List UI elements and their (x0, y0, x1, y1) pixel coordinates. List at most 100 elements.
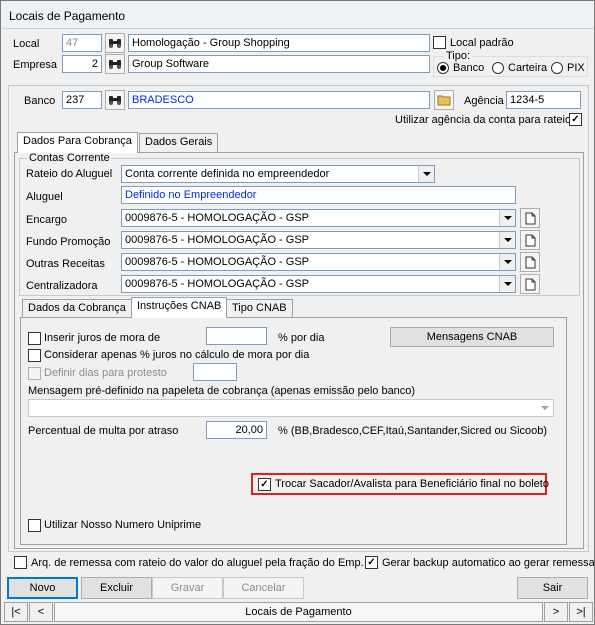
definir-dias-field[interactable] (193, 363, 237, 381)
cancelar-button[interactable]: Cancelar (223, 577, 304, 599)
tipo-pix-label: PIX (567, 62, 585, 74)
fundo-new-button[interactable] (520, 230, 540, 250)
nav-first-button[interactable]: |< (4, 602, 28, 622)
banco-folder-button[interactable] (434, 90, 454, 110)
nosso-numero-checkbox[interactable] (28, 519, 41, 532)
backup-checkbox[interactable]: ✓ (365, 556, 378, 569)
central-select[interactable]: 0009876-5 - HOMOLOGAÇÃO - GSP (121, 275, 516, 293)
document-icon (525, 212, 535, 224)
encargo-label: Encargo (26, 214, 67, 226)
title-bar: Locais de Pagamento (2, 2, 594, 29)
tab-tipo-cnab[interactable]: Tipo CNAB (226, 299, 293, 318)
local-code-field[interactable]: 47 (62, 34, 102, 52)
encargo-new-button[interactable] (520, 208, 540, 228)
trocar-sacador-label: Trocar Sacador/Avalista para Beneficiári… (275, 478, 549, 490)
tab-instrucoes-cnab[interactable]: Instruções CNAB (131, 297, 228, 318)
central-value: 0009876-5 - HOMOLOGAÇÃO - GSP (125, 278, 310, 290)
tipo-banco-label: Banco (453, 62, 485, 74)
multa-label: Percentual de multa por atraso (28, 425, 179, 437)
window-title: Locais de Pagamento (9, 9, 126, 23)
central-label: Centralizadora (26, 280, 98, 292)
outras-select[interactable]: 0009876-5 - HOMOLOGAÇÃO - GSP (121, 253, 516, 271)
multa-suffix: % (BB,Bradesco,CEF,Itaú,Santander,Sicred… (278, 425, 548, 437)
chevron-down-icon (499, 276, 515, 292)
chevron-down-icon (499, 210, 515, 226)
binoculars-icon (109, 96, 121, 105)
fundo-value: 0009876-5 - HOMOLOGAÇÃO - GSP (125, 234, 310, 246)
considerar-label: Considerar apenas % juros no cálculo de … (44, 349, 310, 361)
juros-label: Inserir juros de mora de (44, 332, 161, 344)
encargo-select[interactable]: 0009876-5 - HOMOLOGAÇÃO - GSP (121, 209, 516, 227)
fundo-label: Fundo Promoção (26, 236, 111, 248)
mensagens-cnab-button[interactable]: Mensagens CNAB (390, 327, 554, 347)
banco-name-field[interactable]: BRADESCO (128, 91, 430, 109)
backup-label: Gerar backup automatico ao gerar remessa (382, 557, 595, 569)
contas-corrente-label: Contas Corrente (27, 152, 112, 164)
por-dia-label: % por dia (278, 332, 325, 344)
tipo-carteira-radio[interactable] (492, 62, 504, 74)
binoculars-icon (109, 39, 121, 48)
empresa-search-button[interactable] (105, 54, 125, 74)
nav-prev-button[interactable]: < (29, 602, 53, 622)
usar-agencia-checkbox[interactable]: ✓ (569, 113, 582, 126)
empresa-label: Empresa (13, 59, 58, 71)
document-icon (525, 256, 535, 268)
juros-field[interactable] (206, 327, 267, 345)
rateio-value: Conta corrente definida no empreendedor (125, 168, 330, 180)
folder-icon (437, 95, 451, 106)
tipo-carteira-label: Carteira (508, 62, 548, 74)
locais-pagamento-window: Locais de Pagamento Local 47 Homologação… (0, 0, 595, 625)
mensagem-label: Mensagem pré-definido na papeleta de cob… (28, 385, 416, 397)
aluguel-label: Aluguel (26, 191, 63, 203)
local-label: Local (13, 38, 40, 50)
arq-remessa-label: Arq. de remessa com rateio do valor do a… (31, 557, 364, 569)
tipo-pix-radio[interactable] (551, 62, 563, 74)
novo-button[interactable]: Novo (7, 577, 78, 599)
chevron-down-icon (499, 232, 515, 248)
considerar-checkbox[interactable] (28, 349, 41, 362)
banco-search-button[interactable] (105, 90, 125, 110)
nosso-numero-label: Utilizar Nosso Numero Uniprime (44, 519, 202, 531)
nav-next-button[interactable]: > (544, 602, 568, 622)
local-name-field[interactable]: Homologação - Group Shopping (128, 34, 430, 52)
sair-button[interactable]: Sair (517, 577, 588, 599)
agencia-field[interactable]: 1234-5 (506, 91, 581, 109)
tipo-banco-radio[interactable] (437, 62, 449, 74)
encargo-value: 0009876-5 - HOMOLOGAÇÃO - GSP (125, 212, 310, 224)
aluguel-field[interactable]: Definido no Empreendedor (121, 186, 516, 204)
tab-dados-para-cobranca[interactable]: Dados Para Cobrança (17, 132, 138, 153)
chevron-down-icon (537, 400, 553, 416)
empresa-code-field[interactable]: 2 (62, 55, 102, 73)
nav-caption: Locais de Pagamento (54, 602, 543, 622)
central-new-button[interactable] (520, 274, 540, 294)
tab-dados-da-cobranca[interactable]: Dados da Cobrança (22, 299, 132, 318)
trocar-sacador-checkbox[interactable]: ✓ (258, 478, 271, 491)
local-padrao-checkbox[interactable] (433, 36, 446, 49)
usar-agencia-label: Utilizar agência da conta para rateio (395, 114, 572, 126)
arq-remessa-checkbox[interactable] (14, 556, 27, 569)
rateio-select[interactable]: Conta corrente definida no empreendedor (121, 165, 435, 183)
definir-dias-checkbox[interactable] (28, 367, 41, 380)
outras-label: Outras Receitas (26, 258, 105, 270)
document-icon (525, 234, 535, 246)
fundo-select[interactable]: 0009876-5 - HOMOLOGAÇÃO - GSP (121, 231, 516, 249)
rateio-label: Rateio do Aluguel (26, 168, 113, 180)
radio-selected-dot (440, 65, 446, 71)
binoculars-icon (109, 60, 121, 69)
agencia-label: Agência (464, 95, 504, 107)
tab-dados-gerais[interactable]: Dados Gerais (139, 133, 219, 152)
multa-field[interactable]: 20,00 (206, 421, 267, 439)
banco-code-field[interactable]: 237 (62, 91, 102, 109)
tipo-label: Tipo: (444, 50, 473, 62)
mensagem-select[interactable] (28, 399, 554, 417)
empresa-name-field[interactable]: Group Software (128, 55, 430, 73)
gravar-button[interactable]: Gravar (152, 577, 223, 599)
outras-new-button[interactable] (520, 252, 540, 272)
excluir-button[interactable]: Excluir (81, 577, 152, 599)
local-search-button[interactable] (105, 33, 125, 53)
chevron-down-icon (418, 166, 434, 182)
chevron-down-icon (499, 254, 515, 270)
nav-last-button[interactable]: >| (569, 602, 593, 622)
definir-dias-label: Definir dias para protesto (44, 367, 167, 379)
juros-checkbox[interactable] (28, 332, 41, 345)
